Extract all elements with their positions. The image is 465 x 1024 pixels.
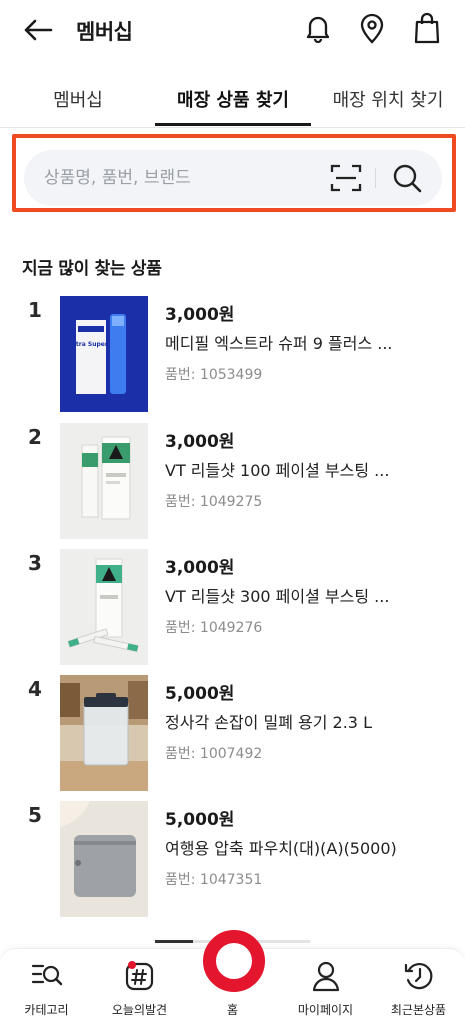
nav-label: 마이페이지 (297, 1003, 354, 1017)
app-header: 멤버십 (0, 0, 465, 60)
back-arrow-icon[interactable] (20, 12, 56, 48)
product-name[interactable]: VT 리들샷 100 페이셜 부스팅 ... (165, 457, 450, 481)
product-image[interactable]: Extra Super 9 (60, 296, 148, 412)
product-price: 3,000원 (165, 558, 235, 578)
product-name[interactable]: VT 리들샷 300 페이셜 부스팅 ... (165, 583, 450, 607)
product-code: 품번: 1047351 (165, 872, 263, 888)
product-price: 5,000원 (165, 810, 235, 830)
product-item[interactable]: 3 3,000원 VT 리들샷 300 페이셜 부스팅 ... 품번: 1049… (0, 549, 465, 667)
location-pin-icon[interactable] (354, 10, 390, 46)
nav-label: 홈 (226, 1003, 239, 1017)
product-price: 3,000원 (165, 432, 235, 452)
history-icon (402, 959, 436, 993)
product-price: 5,000원 (165, 684, 235, 704)
tab-store-product-search[interactable]: 매장 상품 찾기 (155, 70, 311, 127)
search-icon[interactable] (390, 161, 424, 195)
product-item[interactable]: 2 3,000원 VT 리들샷 100 페이셜 부스팅 ... 품번: 1049… (0, 423, 465, 541)
product-name[interactable]: 정사각 손잡이 밀폐 용기 2.3 L (165, 709, 450, 733)
search-bar (24, 150, 442, 206)
nav-label: 오늘의발견 (111, 1003, 168, 1017)
nav-today-discovery[interactable]: 오늘의발견 (93, 949, 186, 1024)
product-rank: 1 (28, 298, 42, 322)
product-name[interactable]: 메디필 엑스트라 슈퍼 9 플러스 ... (165, 330, 450, 354)
barcode-scan-icon[interactable] (330, 163, 362, 193)
scroll-indicator (155, 940, 193, 943)
product-item[interactable]: 5 5,000원 여행용 압축 파우치(대)(A)(5000) 품번: 1047… (0, 801, 465, 919)
product-rank: 2 (28, 425, 42, 449)
product-image[interactable] (60, 549, 148, 665)
nav-recently-viewed[interactable]: 최근본상품 (372, 949, 465, 1024)
tab-store-location-search[interactable]: 매장 위치 찾기 (322, 70, 454, 127)
product-image-text: Extra Super 9 (68, 341, 114, 348)
nav-mypage[interactable]: 마이페이지 (279, 949, 372, 1024)
hashtag-icon (123, 959, 157, 993)
product-rank: 4 (28, 677, 42, 701)
product-image[interactable] (60, 801, 148, 917)
nav-label: 최근본상품 (390, 1003, 447, 1017)
product-rank: 5 (28, 803, 42, 827)
product-rank: 3 (28, 551, 42, 575)
search-input[interactable] (44, 150, 324, 206)
nav-category[interactable]: 카테고리 (0, 949, 93, 1024)
nav-label: 카테고리 (24, 1003, 69, 1017)
product-name[interactable]: 여행용 압축 파우치(대)(A)(5000) (165, 835, 450, 859)
product-code: 품번: 1049276 (165, 620, 263, 636)
home-ring-icon[interactable] (203, 930, 265, 992)
popular-products-heading: 지금 많이 찾는 상품 (22, 259, 162, 279)
product-image[interactable] (60, 675, 148, 791)
product-item[interactable]: 4 5,000원 정사각 손잡이 밀폐 용기 2.3 L 품번: 1007492 (0, 675, 465, 793)
search-divider (375, 168, 376, 188)
tab-membership[interactable]: 멤버십 (30, 70, 126, 127)
product-item[interactable]: 1 Extra Super 9 3,000원 메디필 엑스트라 슈퍼 9 플러스… (0, 296, 465, 414)
product-code: 품번: 1049275 (165, 494, 263, 510)
person-icon (309, 959, 343, 993)
active-tab-indicator (155, 123, 311, 126)
category-search-icon (30, 959, 64, 993)
product-image[interactable] (60, 423, 148, 539)
bell-icon[interactable] (300, 10, 336, 46)
product-code: 품번: 1053499 (165, 367, 263, 383)
product-code: 품번: 1007492 (165, 746, 263, 762)
shopping-bag-icon[interactable] (409, 10, 445, 46)
product-price: 3,000원 (165, 305, 235, 325)
tab-bar: 멤버십 매장 상품 찾기 매장 위치 찾기 (0, 70, 465, 128)
page-title: 멤버십 (76, 20, 133, 44)
